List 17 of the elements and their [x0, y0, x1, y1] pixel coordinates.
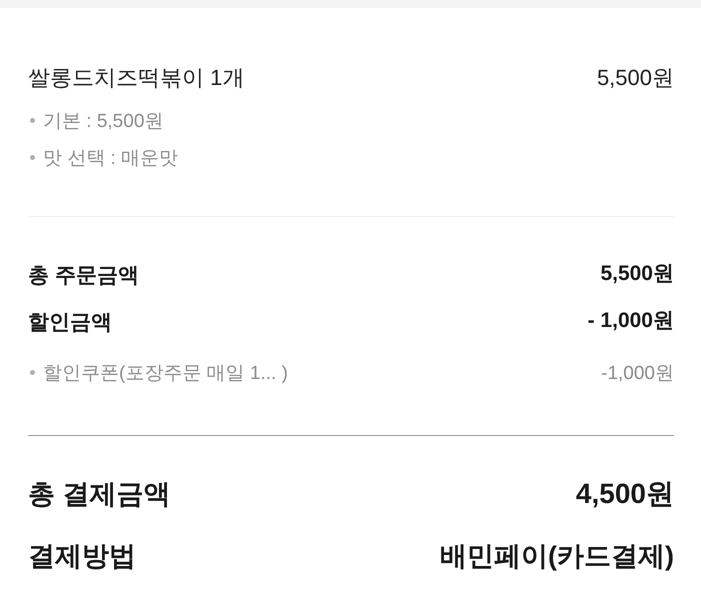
option-text: 기본 : 5,500원: [43, 110, 164, 134]
summary-amount: - 1,000원: [588, 308, 674, 334]
coupon-amount: -1,000원: [601, 362, 674, 386]
coupon-label: 할인쿠폰(포장주문 매일 1... ): [43, 362, 288, 386]
payment-label: 결제방법: [28, 540, 136, 573]
summary-label: 할인금액: [28, 310, 112, 336]
total-amount: 4,500원: [576, 477, 674, 511]
bullet-icon: [30, 118, 35, 123]
payment-method: 배민페이(카드결제): [440, 540, 674, 573]
bullet-icon: [30, 370, 35, 375]
option-text: 맛 선택 : 매운맛: [43, 146, 178, 170]
bullet-icon: [30, 155, 35, 160]
item-name: 쌀롱드치즈떡볶이 1개: [28, 64, 244, 92]
summary-label: 총 주문금액: [28, 263, 139, 289]
payment-label: 총 결제금액: [28, 478, 171, 511]
item-price: 5,500원: [596, 64, 674, 92]
summary-amount: 5,500원: [600, 261, 674, 287]
